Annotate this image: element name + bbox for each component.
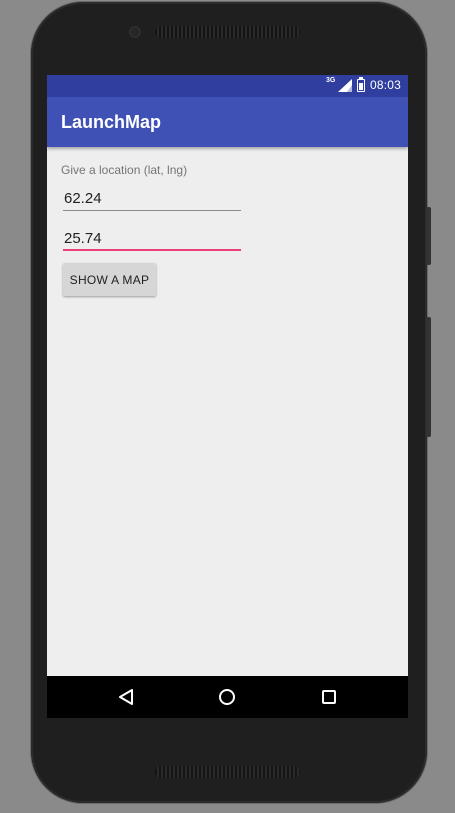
signal-icon bbox=[337, 78, 352, 92]
screen: 3G 08:03 LaunchMap Give a location (lat,… bbox=[47, 75, 408, 718]
app-bar: LaunchMap bbox=[47, 97, 408, 147]
power-button bbox=[426, 207, 431, 265]
location-prompt-label: Give a location (lat, lng) bbox=[61, 163, 188, 177]
front-camera bbox=[129, 26, 141, 38]
recents-button[interactable] bbox=[317, 685, 341, 709]
longitude-input[interactable] bbox=[63, 227, 241, 251]
network-type-label: 3G bbox=[325, 76, 336, 84]
app-title: LaunchMap bbox=[61, 112, 162, 132]
back-icon bbox=[119, 689, 133, 705]
recents-icon bbox=[322, 690, 336, 704]
signal-indicator: 3G bbox=[326, 77, 352, 92]
show-map-button[interactable]: SHOW A MAP bbox=[63, 263, 156, 296]
status-clock: 08:03 bbox=[369, 78, 401, 92]
back-button[interactable] bbox=[114, 685, 138, 709]
bottom-speaker-grille bbox=[155, 766, 300, 778]
battery-icon bbox=[356, 76, 365, 92]
phone-frame: 3G 08:03 LaunchMap Give a location (lat,… bbox=[31, 2, 431, 803]
top-speaker-grille bbox=[155, 26, 300, 38]
home-icon bbox=[219, 689, 235, 705]
navigation-bar bbox=[47, 676, 408, 718]
latitude-input[interactable] bbox=[63, 187, 241, 211]
home-button[interactable] bbox=[215, 685, 239, 709]
volume-button bbox=[426, 317, 431, 437]
status-bar: 3G 08:03 bbox=[47, 75, 408, 97]
